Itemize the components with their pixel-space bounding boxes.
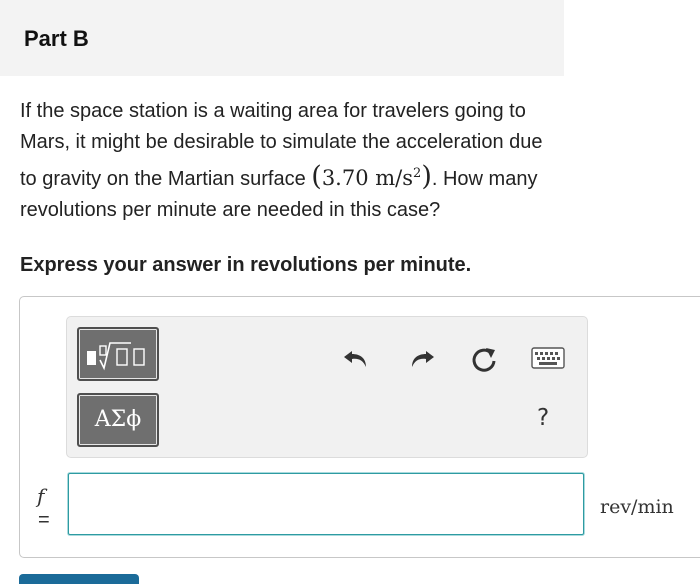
submit-button[interactable] (19, 574, 139, 584)
math-unit: m/s (375, 166, 414, 190)
undo-icon[interactable] (342, 345, 370, 371)
answer-input[interactable] (68, 473, 584, 535)
templates-icon (87, 342, 145, 371)
part-header: Part B (0, 0, 564, 76)
templates-button[interactable] (77, 327, 159, 381)
question-text: If the space station is a waiting area f… (20, 96, 560, 226)
equals-sign: = (38, 509, 50, 531)
greek-symbols-button[interactable]: ΑΣϕ (77, 393, 159, 447)
reset-icon[interactable] (469, 345, 499, 375)
answer-panel: ΑΣϕ ? f = rev/min (19, 296, 700, 558)
math-toolbar: ΑΣϕ ? (66, 316, 588, 458)
help-button[interactable]: ? (537, 405, 549, 431)
unit-label: rev/min (600, 496, 674, 518)
redo-icon[interactable] (408, 345, 436, 371)
keyboard-icon[interactable] (531, 347, 565, 369)
greek-symbols-label: ΑΣϕ (94, 407, 142, 432)
math-value: 3.70 (321, 166, 369, 190)
instruction: Express your answer in revolutions per m… (20, 254, 472, 276)
part-title: Part B (24, 26, 89, 51)
answer-variable: f (37, 484, 45, 508)
math-expression: (3.70 m/s2) (311, 161, 432, 192)
